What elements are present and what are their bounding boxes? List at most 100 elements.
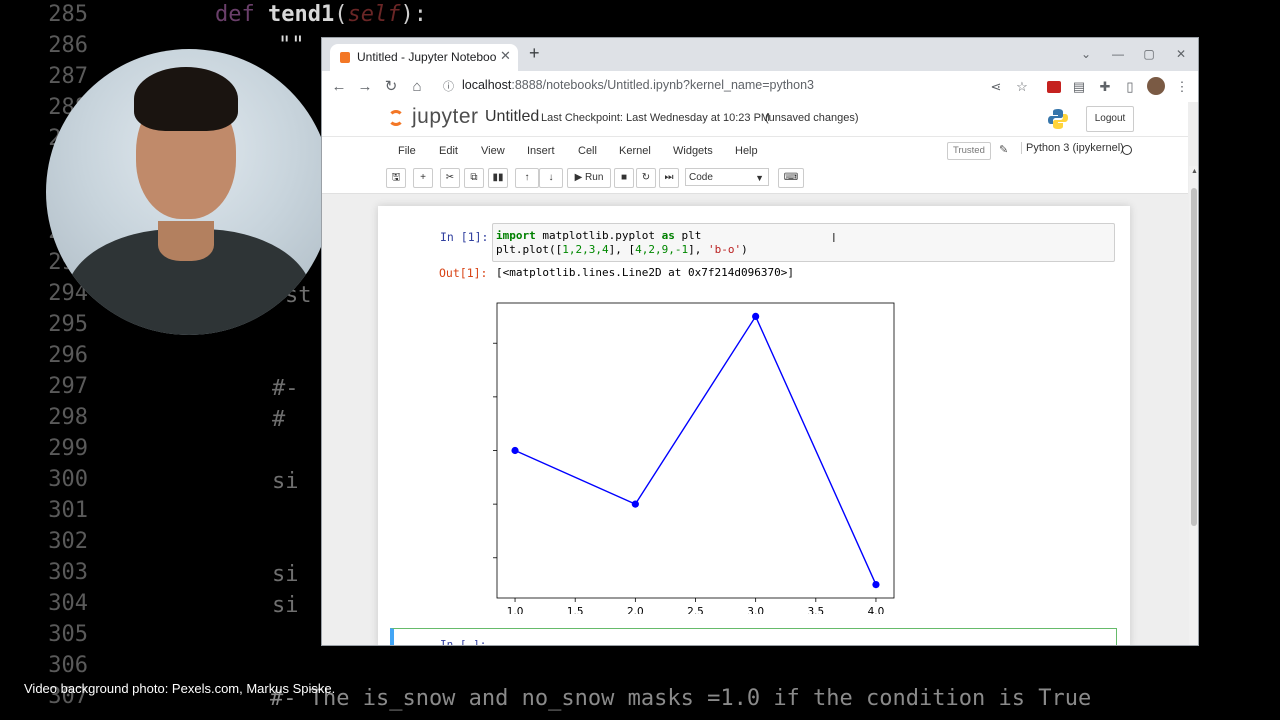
menu-view[interactable]: View <box>481 145 505 157</box>
menu-widgets[interactable]: Widgets <box>673 145 713 157</box>
page-scrollbar[interactable]: ▲ ▼ <box>1189 166 1198 645</box>
jupyter-logo-text[interactable]: jupyter <box>412 105 479 129</box>
line-number: 303 <box>48 560 88 585</box>
save-icon[interactable]: 🖫 <box>386 168 406 188</box>
reload-icon[interactable]: ↻ <box>380 76 402 98</box>
line-number: 287 <box>48 64 88 89</box>
input-prompt: In [1]: <box>440 230 489 244</box>
unsaved-status: (unsaved changes) <box>765 112 859 124</box>
text-cursor-icon: I <box>832 230 836 245</box>
bookmark-star-icon[interactable]: ☆ <box>1011 76 1033 98</box>
trusted-badge[interactable]: Trusted <box>947 142 991 160</box>
x-tick-label: 3.5 <box>807 606 824 614</box>
x-tick-label: 3.0 <box>747 606 764 614</box>
cell-type-select[interactable]: Code ▼ <box>685 168 769 186</box>
code-bottom-line: #- The is_snow and no_snow masks =1.0 if… <box>270 686 1092 711</box>
output-text: [<matplotlib.lines.Line2D at 0x7f214d096… <box>496 266 795 279</box>
paste-icon[interactable]: ▮▮ <box>488 168 508 188</box>
scroll-thumb[interactable] <box>1191 188 1197 526</box>
data-point <box>631 500 639 508</box>
menu-help[interactable]: Help <box>735 145 758 157</box>
restart-icon[interactable]: ↻ <box>636 168 656 188</box>
command-palette-icon[interactable]: ⌨ <box>778 168 804 188</box>
line-number: 285 <box>48 2 88 27</box>
line-number: 298 <box>48 405 88 430</box>
notebook-container: In [1]: import matplotlib.pyplot as plt … <box>378 206 1130 645</box>
extensions-puzzle-icon[interactable]: ✚ <box>1094 76 1116 98</box>
x-tick-label: 2.5 <box>687 606 704 614</box>
data-point <box>752 312 760 321</box>
code-fragment: si <box>272 562 299 587</box>
logout-button[interactable]: Logout <box>1086 106 1134 132</box>
code-def-line: def tend1(self): <box>215 2 427 27</box>
restart-run-all-icon[interactable]: ⏭ <box>659 168 679 188</box>
browser-tab[interactable]: Untitled - Jupyter Notebook ✕ <box>330 44 518 71</box>
menu-insert[interactable]: Insert <box>527 145 555 157</box>
copy-icon[interactable]: ⧉ <box>464 168 484 188</box>
code-cell-input[interactable]: import matplotlib.pyplot as plt plt.plot… <box>492 223 1115 262</box>
line-number: 286 <box>48 33 88 58</box>
code-docstring: "" <box>278 33 305 58</box>
line-chart: 024681.01.52.02.53.03.54.0 <box>490 302 895 614</box>
jupyter-favicon-icon <box>340 52 350 63</box>
menu-edit[interactable]: Edit <box>439 145 458 157</box>
run-button[interactable]: ▶ Run <box>567 168 611 188</box>
tab-search-icon[interactable]: ⌄ <box>1076 44 1096 64</box>
browser-menu-icon[interactable]: ⋮ <box>1171 76 1193 98</box>
address-bar[interactable]: localhost:8888/notebooks/Untitled.ipynb?… <box>462 78 814 92</box>
close-tab-icon[interactable]: ✕ <box>500 48 511 64</box>
code-fragment: si <box>272 593 299 618</box>
x-tick-label: 1.0 <box>507 606 524 614</box>
notebook-toolbar: 🖫 + ✂ ⧉ ▮▮ ↑ ↓ ▶ Run ■ ↻ ⏭ Code ▼ ⌨ <box>322 166 1188 194</box>
line-number: 305 <box>48 622 88 647</box>
kernel-name[interactable]: Python 3 (ipykernel) <box>1021 142 1124 154</box>
jupyter-page: jupyter Untitled Last Checkpoint: Last W… <box>322 102 1198 645</box>
stop-icon[interactable]: ■ <box>614 168 634 188</box>
minimize-button[interactable]: — <box>1108 44 1128 64</box>
cut-icon[interactable]: ✂ <box>440 168 460 188</box>
plot-area <box>496 302 895 599</box>
line-number: 300 <box>48 467 88 492</box>
presenter-webcam <box>46 49 332 335</box>
site-info-icon[interactable]: ⓘ <box>443 78 454 94</box>
home-icon[interactable]: ⌂ <box>406 76 428 98</box>
kernel-idle-icon <box>1122 145 1132 155</box>
extension-doc-icon[interactable]: ▤ <box>1068 76 1090 98</box>
forward-icon[interactable]: → <box>354 76 376 98</box>
data-point <box>872 580 880 589</box>
menu-file[interactable]: File <box>398 145 416 157</box>
back-icon[interactable]: ← <box>328 76 350 98</box>
share-icon[interactable]: ⋖ <box>985 76 1007 98</box>
move-up-icon[interactable]: ↑ <box>515 168 539 188</box>
new-tab-button[interactable]: + <box>529 43 540 64</box>
notebook-name[interactable]: Untitled <box>485 108 539 126</box>
jupyter-header: jupyter Untitled Last Checkpoint: Last W… <box>322 102 1188 136</box>
line-number: 301 <box>48 498 88 523</box>
maximize-button[interactable]: ▢ <box>1139 44 1159 64</box>
close-window-button[interactable]: ✕ <box>1171 44 1191 64</box>
extension-red-icon[interactable] <box>1047 81 1061 93</box>
profile-avatar[interactable] <box>1147 77 1165 95</box>
line-number: 304 <box>48 591 88 616</box>
chevron-down-icon: ▼ <box>755 173 764 183</box>
edit-pencil-icon[interactable]: ✎ <box>999 143 1008 156</box>
code-line: import matplotlib.pyplot as plt <box>496 229 702 242</box>
browser-window: Untitled - Jupyter Notebook ✕ + ⌄ — ▢ ✕ … <box>321 37 1199 646</box>
side-panel-icon[interactable]: ▯ <box>1119 76 1141 98</box>
insert-cell-icon[interactable]: + <box>413 168 433 188</box>
move-down-icon[interactable]: ↓ <box>539 168 563 188</box>
x-tick-label: 4.0 <box>868 606 885 614</box>
line-number: 299 <box>48 436 88 461</box>
python-logo-icon <box>1048 109 1068 129</box>
line-number: 297 <box>48 374 88 399</box>
tab-title: Untitled - Jupyter Notebook <box>357 50 497 64</box>
menu-cell[interactable]: Cell <box>578 145 597 157</box>
scroll-up-icon[interactable]: ▲ <box>1191 168 1198 175</box>
x-tick-label: 2.0 <box>627 606 644 614</box>
line-number: 302 <box>48 529 88 554</box>
menu-kernel[interactable]: Kernel <box>619 145 651 157</box>
output-prompt: Out[1]: <box>439 266 488 280</box>
jupyter-logo-icon[interactable] <box>388 110 404 126</box>
checkpoint-status: Last Checkpoint: Last Wednesday at 10:23… <box>541 112 771 124</box>
empty-code-cell[interactable] <box>390 628 1117 645</box>
